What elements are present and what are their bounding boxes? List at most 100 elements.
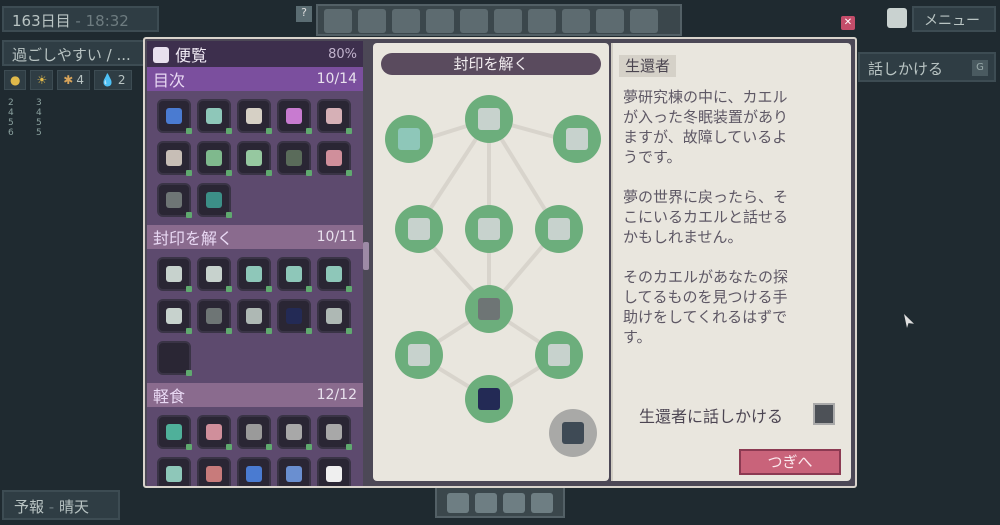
item-icon bbox=[206, 192, 222, 208]
item-slot[interactable] bbox=[197, 299, 232, 334]
sun-stat: ☀ bbox=[30, 70, 54, 90]
section-grid bbox=[147, 91, 363, 225]
menu-button[interactable]: メニュー bbox=[912, 6, 996, 32]
tree-node[interactable] bbox=[535, 205, 583, 253]
bottom-slot[interactable] bbox=[503, 493, 525, 513]
item-slot[interactable] bbox=[197, 457, 231, 486]
item-slot[interactable] bbox=[277, 415, 312, 450]
item-slot[interactable] bbox=[157, 99, 192, 134]
item-slot[interactable] bbox=[237, 99, 272, 134]
item-slot[interactable] bbox=[237, 257, 272, 292]
item-icon bbox=[246, 308, 262, 324]
section-header[interactable]: 封印を解く 10/11 bbox=[147, 225, 363, 249]
item-slot[interactable] bbox=[197, 257, 232, 292]
node-icon bbox=[566, 128, 588, 150]
tool-slot[interactable] bbox=[358, 9, 386, 33]
tree-node[interactable] bbox=[385, 115, 433, 163]
item-slot[interactable] bbox=[277, 99, 312, 134]
drop-value: 2 bbox=[117, 73, 126, 87]
item-slot[interactable] bbox=[317, 99, 352, 134]
item-icon bbox=[206, 308, 222, 324]
tree-node[interactable] bbox=[465, 285, 513, 333]
tree-node[interactable] bbox=[465, 95, 513, 143]
menu-icon[interactable] bbox=[887, 8, 907, 28]
item-icon bbox=[286, 150, 302, 166]
bottom-slot[interactable] bbox=[475, 493, 497, 513]
item-slot[interactable] bbox=[157, 299, 192, 334]
bottom-slot[interactable] bbox=[447, 493, 469, 513]
tool-bar bbox=[316, 4, 682, 36]
tool-slot[interactable] bbox=[460, 9, 488, 33]
talk-action-label: 生還者に話しかける bbox=[639, 407, 784, 426]
item-slot[interactable] bbox=[157, 183, 192, 218]
item-icon bbox=[326, 266, 342, 282]
coin-stat: ● bbox=[4, 70, 27, 90]
item-slot[interactable] bbox=[277, 257, 312, 292]
map-title: 封印を解く bbox=[381, 53, 601, 75]
item-slot[interactable] bbox=[277, 299, 312, 334]
inv-count: 3 bbox=[36, 98, 42, 108]
tool-slot[interactable] bbox=[528, 9, 556, 33]
item-icon bbox=[166, 192, 182, 208]
item-slot[interactable] bbox=[317, 457, 351, 486]
item-slot[interactable] bbox=[197, 99, 232, 134]
tree-node[interactable] bbox=[465, 205, 513, 253]
tool-slot[interactable] bbox=[392, 9, 420, 33]
help-icon[interactable]: ? bbox=[296, 6, 312, 22]
handbook-list[interactable]: 便覧 80% 目次 10/14 封印を解く 10/11 軽食 12/12 bbox=[147, 41, 363, 486]
item-slot[interactable] bbox=[157, 341, 192, 376]
tool-slot[interactable] bbox=[426, 9, 454, 33]
tool-slot[interactable] bbox=[562, 9, 590, 33]
item-slot[interactable] bbox=[197, 141, 232, 176]
tree-node[interactable] bbox=[395, 331, 443, 379]
bottom-slot[interactable] bbox=[531, 493, 553, 513]
close-icon[interactable]: ✕ bbox=[841, 16, 855, 30]
section-header[interactable]: 軽食 12/12 bbox=[147, 383, 363, 407]
key-hint: G bbox=[972, 60, 988, 76]
item-slot[interactable] bbox=[157, 257, 192, 292]
tool-slot[interactable] bbox=[324, 9, 352, 33]
item-slot[interactable] bbox=[317, 299, 352, 334]
item-slot[interactable] bbox=[277, 457, 311, 486]
list-scrollbar[interactable] bbox=[363, 242, 369, 270]
item-slot[interactable] bbox=[237, 141, 272, 176]
tree-node[interactable] bbox=[465, 375, 513, 423]
item-slot[interactable] bbox=[317, 141, 352, 176]
inv-count: 6 bbox=[8, 128, 14, 138]
item-slot[interactable] bbox=[237, 415, 272, 450]
item-icon bbox=[246, 466, 262, 482]
item-slot[interactable] bbox=[317, 257, 352, 292]
stats-bar: ● ☀ ✱ 4 💧 2 bbox=[4, 70, 132, 90]
talk-prompt[interactable]: 話しかける G bbox=[858, 52, 996, 82]
item-slot[interactable] bbox=[157, 141, 192, 176]
section-grid bbox=[147, 407, 363, 486]
item-icon bbox=[206, 424, 222, 440]
item-icon bbox=[286, 266, 302, 282]
tree-node-selected[interactable] bbox=[549, 409, 597, 457]
item-slot[interactable] bbox=[197, 183, 232, 218]
collected-marker bbox=[306, 170, 312, 176]
item-icon bbox=[246, 424, 262, 440]
item-slot[interactable] bbox=[157, 457, 191, 486]
forecast-display: 予報 - 晴天 bbox=[2, 490, 120, 520]
star-value: 4 bbox=[76, 73, 84, 87]
item-slot[interactable] bbox=[237, 299, 272, 334]
item-icon bbox=[206, 150, 222, 166]
item-slot[interactable] bbox=[317, 415, 352, 450]
item-slot[interactable] bbox=[197, 415, 232, 450]
tool-slot[interactable] bbox=[630, 9, 658, 33]
tool-slot[interactable] bbox=[494, 9, 522, 33]
tree-node[interactable] bbox=[535, 331, 583, 379]
tool-slot[interactable] bbox=[596, 9, 624, 33]
tree-node[interactable] bbox=[553, 115, 601, 163]
item-icon bbox=[326, 308, 342, 324]
next-button[interactable]: つぎへ bbox=[739, 449, 841, 475]
item-slot[interactable] bbox=[237, 457, 271, 486]
item-slot[interactable] bbox=[277, 141, 312, 176]
description-panel: 生還者 夢研究棟の中に、カエル が入った冬眠装置があり ますが、故障しているよ … bbox=[611, 43, 851, 481]
section-header[interactable]: 目次 10/14 bbox=[147, 67, 363, 91]
talk-prompt-label: 話しかける bbox=[868, 60, 944, 78]
item-slot[interactable] bbox=[157, 415, 192, 450]
tree-node[interactable] bbox=[395, 205, 443, 253]
item-icon bbox=[166, 466, 182, 482]
